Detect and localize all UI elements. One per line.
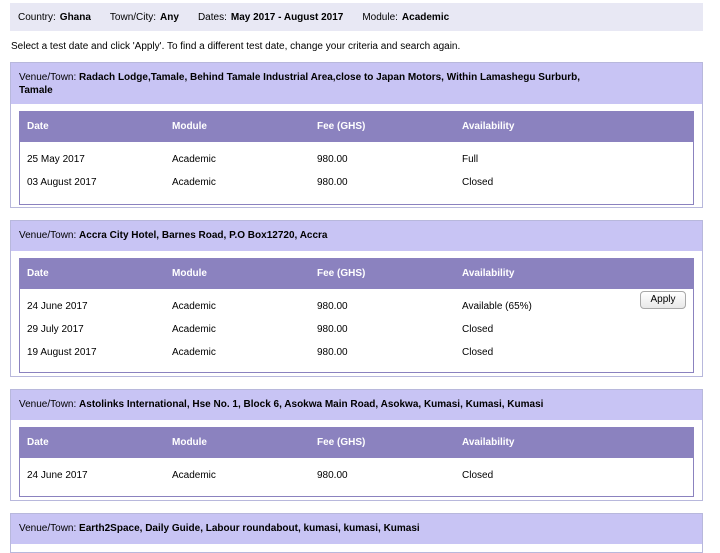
venue-header: Venue/Town: Earth2Space, Daily Guide, La… <box>11 514 702 544</box>
table-row: 24 June 2017 Academic 980.00 Closed <box>27 470 494 481</box>
venue-header: Venue/Town: Accra City Hotel, Barnes Roa… <box>11 221 702 251</box>
test-dates-table: Date Module Fee (GHS) Availability 25 Ma… <box>19 111 694 205</box>
venue-section: Venue/Town: Earth2Space, Daily Guide, La… <box>10 513 703 553</box>
instructions-text: Select a test date and click 'Apply'. To… <box>11 41 461 52</box>
venue-name: Earth2Space, Daily Guide, Labour roundab… <box>79 523 420 534</box>
venue-header: Venue/Town: Astolinks International, Hse… <box>11 390 702 420</box>
apply-button[interactable]: Apply <box>640 291 686 309</box>
venue-section: Venue/Town: Astolinks International, Hse… <box>10 389 703 501</box>
venue-section: Venue/Town: Radach Lodge,Tamale, Behind … <box>10 62 703 208</box>
venue-name: Astolinks International, Hse No. 1, Bloc… <box>79 399 544 410</box>
criteria-town: Town/City: Any <box>109 11 179 23</box>
venue-name-cont: Tamale <box>19 85 53 96</box>
test-dates-table: Date Module Fee (GHS) Availability 24 Ju… <box>19 258 694 373</box>
criteria-module: Module: Academic <box>362 11 450 23</box>
table-header: Date Module Fee (GHS) Availability <box>20 112 693 142</box>
test-dates-table: Date Module Fee (GHS) Availability 24 Ju… <box>19 427 694 497</box>
table-row: 29 July 2017 Academic 980.00 Closed <box>27 324 494 335</box>
venue-name: Accra City Hotel, Barnes Road, P.O Box12… <box>79 230 328 241</box>
table-header: Date Module Fee (GHS) Availability <box>20 428 693 458</box>
table-row: 24 June 2017 Academic 980.00 Available (… <box>20 291 693 319</box>
table-header: Date Module Fee (GHS) Availability <box>20 259 693 289</box>
search-criteria-bar: Country: Ghana Town/City: Any Dates: May 20… <box>10 3 703 31</box>
venue-name: Radach Lodge,Tamale, Behind Tamale Indus… <box>79 72 580 83</box>
table-row: 03 August 2017 Academic 980.00 Closed <box>27 177 494 188</box>
table-row: 25 May 2017 Academic 980.00 Full <box>27 154 479 165</box>
venue-header: Venue/Town: Radach Lodge,Tamale, Behind … <box>11 63 702 104</box>
venue-section: Venue/Town: Accra City Hotel, Barnes Roa… <box>10 220 703 377</box>
table-row: 19 August 2017 Academic 980.00 Closed <box>27 347 494 358</box>
criteria-country: Country: Ghana <box>18 11 91 23</box>
criteria-dates: Dates: May 2017 - August 2017 <box>197 11 344 23</box>
